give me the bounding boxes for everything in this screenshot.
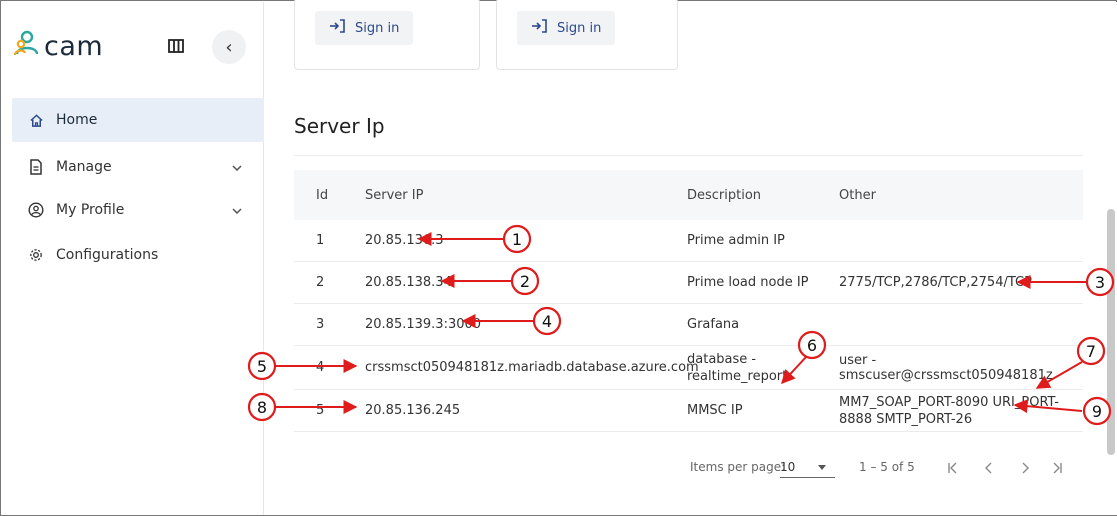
cell-other: MM7_SOAP_PORT-8090 URI_PORT- 8888 SMTP_P…: [839, 394, 1083, 428]
dropdown-caret-icon: [818, 465, 826, 470]
app-window: cam ‹ Home Manage My Profile Configurati…: [0, 0, 1117, 516]
table-row[interactable]: 2 20.85.138.34 Prime load node IP 2775/T…: [294, 262, 1083, 304]
main-content: Sign in Sign in Server Ip Id Server IP D…: [265, 0, 1117, 515]
vertical-scrollbar[interactable]: [1107, 209, 1115, 455]
collapse-sidebar-button[interactable]: ‹: [212, 30, 246, 64]
items-per-page-select[interactable]: 10: [780, 460, 835, 478]
cell-description-line: database -: [687, 351, 757, 367]
sign-in-icon: [531, 19, 557, 37]
cell-server-ip: 20.85.136.3: [365, 233, 444, 248]
credential-card: Sign in: [496, 0, 678, 70]
sidebar-item-my-profile[interactable]: My Profile: [12, 188, 264, 232]
cell-server-ip: 20.85.136.245: [365, 403, 461, 418]
cell-description: database - realtime_report: [687, 351, 839, 385]
cell-description: Prime admin IP: [687, 233, 785, 248]
cell-id: 4: [316, 360, 325, 375]
sign-in-label: Sign in: [355, 20, 400, 36]
table-row[interactable]: 1 20.85.136.3 Prime admin IP: [294, 220, 1083, 262]
cell-id: 5: [316, 403, 325, 418]
paginator: Items per page: 10 1 – 5 of 5: [265, 456, 1117, 480]
sidebar-item-configurations[interactable]: Configurations: [12, 233, 264, 277]
cell-server-ip: 20.85.139.3:3000: [365, 317, 482, 332]
last-page-icon: [1053, 462, 1062, 474]
cell-description: Grafana: [687, 317, 740, 332]
sign-in-button[interactable]: Sign in: [315, 11, 414, 45]
table-row[interactable]: 3 20.85.139.3:3000 Grafana: [294, 304, 1083, 346]
cell-other: 2775/TCP,2786/TCP,2754/TCP: [839, 275, 1032, 290]
cell-description-line: realtime_report: [687, 368, 788, 384]
server-ip-table: Id Server IP Description Other 1 20.85.1…: [294, 170, 1083, 432]
sidebar-item-label: My Profile: [56, 202, 125, 218]
brand-name: cam: [44, 30, 104, 62]
next-page-button[interactable]: [1013, 456, 1037, 480]
items-per-page-label: Items per page:: [690, 460, 786, 474]
profile-icon: [28, 202, 44, 218]
cell-server-ip: 20.85.138.34: [365, 275, 452, 290]
first-page-icon: [948, 462, 957, 474]
brand-logo[interactable]: cam: [13, 30, 104, 62]
table-header-row: Id Server IP Description Other: [294, 170, 1083, 220]
sign-in-icon: [329, 19, 355, 37]
cell-description: MMSC IP: [687, 403, 743, 418]
cell-other-line: MM7_SOAP_PORT-8090 URI_PORT-: [839, 394, 1059, 410]
cell-description: Prime load node IP: [687, 275, 809, 290]
chevron-down-icon: [232, 159, 242, 175]
cell-id: 3: [316, 317, 325, 332]
first-page-button[interactable]: [941, 456, 965, 480]
table-row[interactable]: 5 20.85.136.245 MMSC IP MM7_SOAP_PORT-80…: [294, 390, 1083, 432]
sidebar-item-label: Home: [56, 112, 98, 128]
column-header-description[interactable]: Description: [687, 188, 839, 203]
table-row[interactable]: 4 crssmsct050948181z.mariadb.database.az…: [294, 346, 1083, 390]
cell-id: 2: [316, 275, 325, 290]
cell-other: user - smscuser@crssmsct050948181z: [839, 352, 1053, 383]
sidebar: cam ‹ Home Manage My Profile Configurati…: [2, 2, 264, 515]
last-page-button[interactable]: [1045, 456, 1069, 480]
sidebar-item-label: Configurations: [56, 247, 159, 263]
cell-other-line: 8888 SMTP_PORT-26: [839, 411, 973, 427]
column-header-server-ip[interactable]: Server IP: [365, 188, 687, 203]
sidebar-item-label: Manage: [56, 159, 112, 175]
cell-server-ip: crssmsct050948181z.mariadb.database.azur…: [365, 360, 699, 375]
previous-page-button[interactable]: [977, 456, 1001, 480]
cell-id: 1: [316, 233, 325, 248]
chevron-right-icon: [1022, 462, 1029, 474]
chevron-down-icon: [232, 202, 242, 218]
sign-in-label: Sign in: [557, 20, 602, 36]
column-header-other[interactable]: Other: [839, 188, 1083, 203]
chevron-left-icon: [985, 462, 992, 474]
sidebar-item-manage[interactable]: Manage: [12, 145, 264, 189]
range-label: 1 – 5 of 5: [859, 460, 915, 474]
credential-card: Sign in: [294, 0, 480, 70]
section-title: Server Ip: [294, 114, 385, 138]
document-icon: [28, 159, 44, 175]
users-logo-icon: [13, 30, 40, 62]
home-icon: [28, 112, 44, 128]
column-header-id[interactable]: Id: [294, 188, 365, 203]
divider: [294, 155, 1083, 156]
gear-icon: [28, 247, 44, 263]
sidebar-item-home[interactable]: Home: [12, 98, 264, 142]
columns-icon[interactable]: [168, 38, 184, 57]
sign-in-button[interactable]: Sign in: [517, 11, 616, 45]
chevron-left-icon: ‹: [225, 36, 233, 58]
